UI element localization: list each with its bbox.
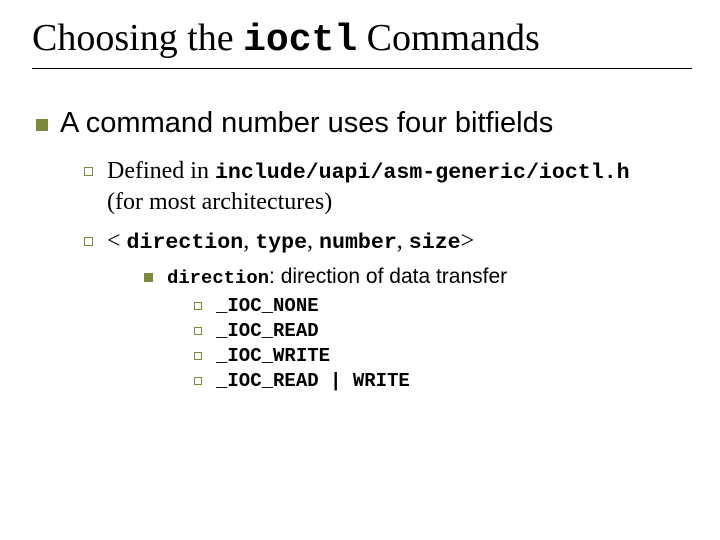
bullet-lvl4-write: _IOC_WRITE (194, 345, 692, 367)
lvl2a-code: include/uapi/asm-generic/ioctl.h (215, 161, 630, 185)
outline-square-icon (194, 302, 202, 310)
lvl1-text: A command number uses four bitfields (60, 107, 553, 140)
bullet-lvl4-read: _IOC_READ (194, 320, 692, 342)
lvl2b-num: number (319, 231, 397, 255)
lvl2a-pre: Defined in (107, 158, 215, 184)
lvl4-text: _IOC_READ | WRITE (216, 370, 410, 392)
outline-square-icon (84, 167, 93, 176)
slide: Choosing the ioctl Commands A command nu… (0, 0, 720, 540)
square-icon (144, 273, 153, 282)
lvl2b-type: type (255, 231, 307, 255)
lvl4-text: _IOC_NONE (216, 295, 319, 317)
lvl2b-size: size (409, 231, 461, 255)
title-pre: Choosing the (32, 17, 243, 59)
lvl2b-c2: , (307, 228, 319, 254)
bullet-lvl2-fields: < direction, type, number, size> (84, 226, 692, 257)
outline-square-icon (194, 377, 202, 385)
slide-title: Choosing the ioctl Commands (32, 18, 692, 62)
lvl3-code: direction (167, 267, 269, 289)
lvl2a-post: (for most architectures) (107, 189, 332, 215)
lvl2b-dir: direction (127, 231, 244, 255)
square-icon (36, 119, 48, 131)
lvl2b-c1: , (243, 228, 255, 254)
title-post: Commands (357, 17, 540, 59)
lvl2b-open: < (107, 228, 127, 254)
lvl3-post: : direction of data transfer (269, 265, 507, 288)
bullet-lvl4-readwrite: _IOC_READ | WRITE (194, 370, 692, 392)
lvl2b-close: > (461, 228, 475, 254)
bullet-lvl3-direction: direction: direction of data transfer (144, 265, 692, 289)
outline-square-icon (84, 237, 93, 246)
title-rule (32, 68, 692, 69)
bullet-lvl1: A command number uses four bitfields (36, 107, 692, 140)
lvl3-text: direction: direction of data transfer (167, 265, 507, 289)
lvl4-text: _IOC_WRITE (216, 345, 330, 367)
lvl2-text: Defined in include/uapi/asm-generic/ioct… (107, 156, 630, 218)
lvl2b-c3: , (397, 228, 409, 254)
lvl2b-text: < direction, type, number, size> (107, 226, 474, 257)
lvl4-text: _IOC_READ (216, 320, 319, 342)
outline-square-icon (194, 327, 202, 335)
outline-square-icon (194, 352, 202, 360)
bullet-lvl4-none: _IOC_NONE (194, 295, 692, 317)
bullet-lvl2-defined: Defined in include/uapi/asm-generic/ioct… (84, 156, 692, 218)
title-code: ioctl (243, 19, 357, 62)
